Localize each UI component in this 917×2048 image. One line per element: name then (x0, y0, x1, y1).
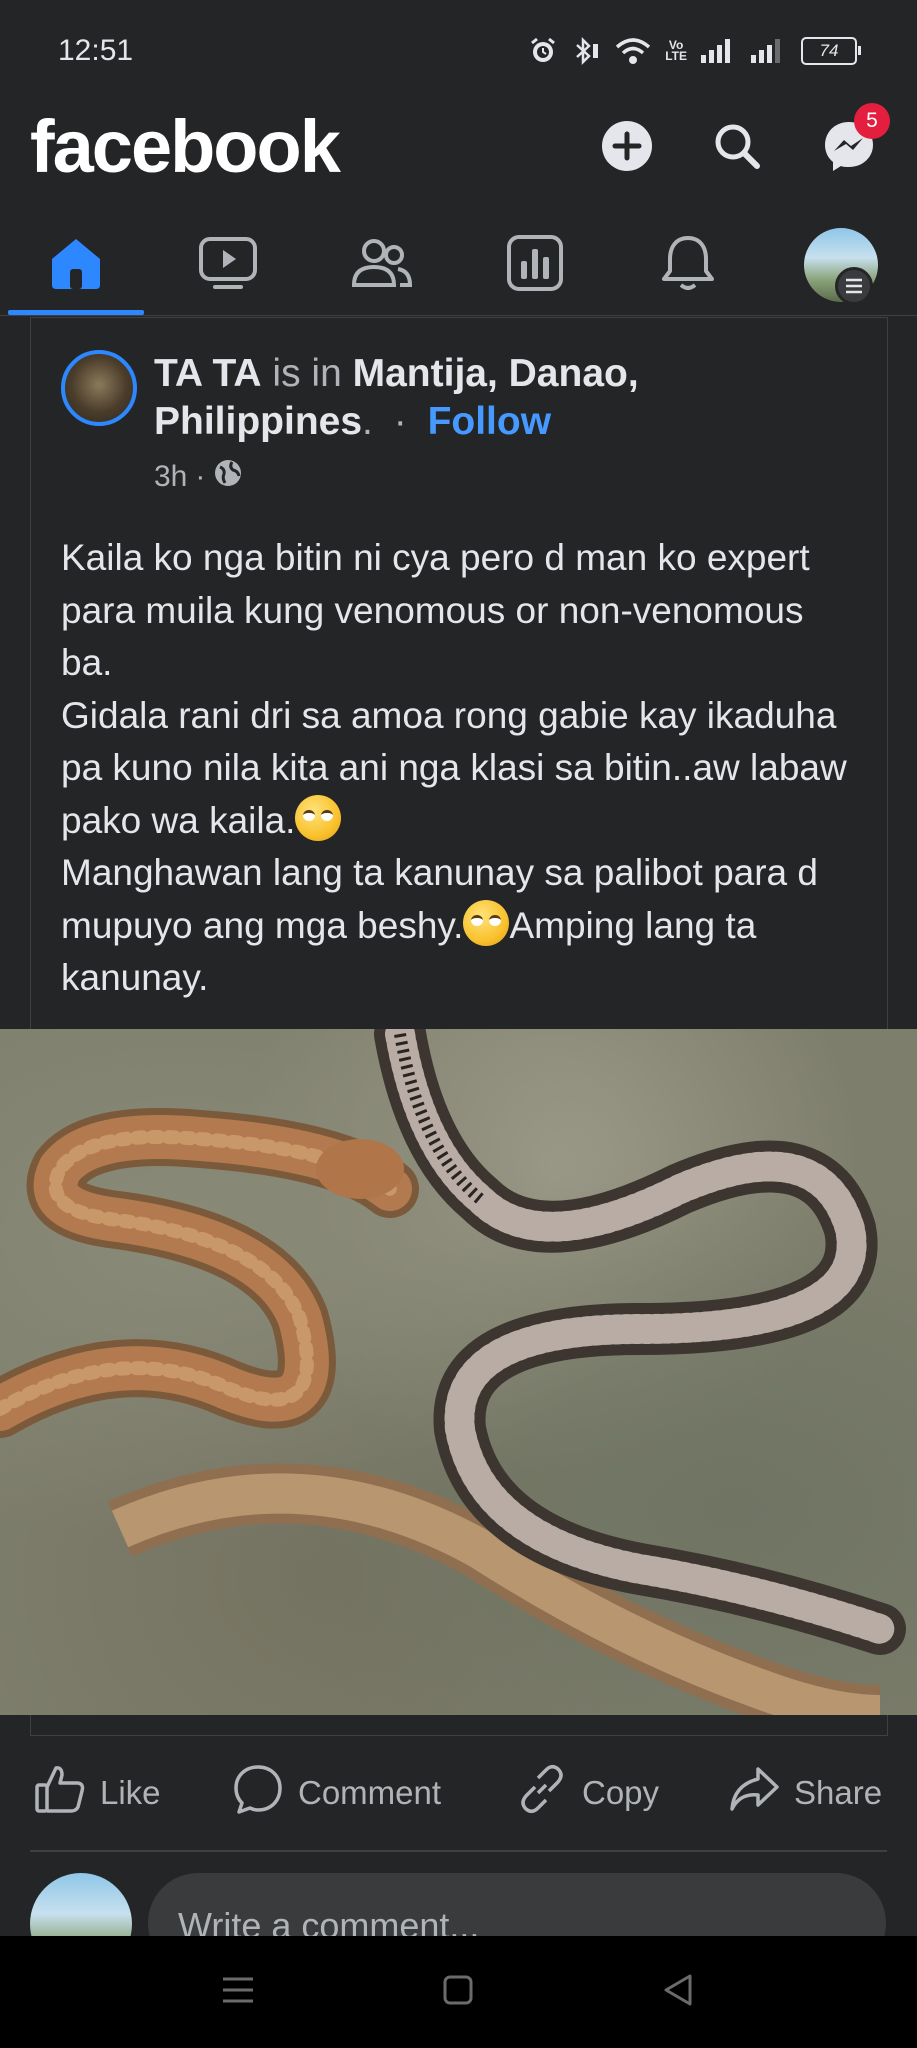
wifi-icon (615, 37, 651, 65)
post-author-avatar[interactable] (61, 350, 137, 426)
create-button[interactable] (596, 117, 658, 179)
copy-button[interactable]: Copy (516, 1748, 659, 1838)
status-icons: Vo LTE 74 (529, 36, 861, 66)
video-icon (197, 233, 259, 298)
post-text: Kaila ko nga bitin ni cya pero d man ko … (61, 532, 861, 1005)
thumbs-up-icon (34, 1763, 86, 1823)
post-header: TA TA is in Mantija, Danao, Philippines.… (154, 350, 834, 446)
messenger-button[interactable]: 5 (818, 103, 890, 179)
snake-photo-illustration (0, 1029, 906, 1715)
status-bar: 12:51 Vo LTE 74 (0, 0, 917, 100)
tab-notifications[interactable] (618, 215, 758, 315)
square-icon (442, 1974, 474, 2011)
bell-icon (659, 233, 717, 298)
post-text-line-2-text: Gidala rani dri sa amoa rong gabie kay i… (61, 694, 847, 841)
signal-icon (701, 39, 737, 63)
comment-button[interactable]: Comment (232, 1748, 441, 1838)
post-text-line-2: Gidala rani dri sa amoa rong gabie kay i… (61, 690, 861, 848)
signal-icon-2 (751, 39, 787, 63)
main-tabs (0, 215, 917, 316)
post-author-name[interactable]: TA TA (154, 352, 262, 395)
copy-label: Copy (582, 1774, 660, 1811)
menu-icon (835, 267, 873, 305)
globe-icon (213, 458, 243, 496)
recent-apps-button[interactable] (218, 1972, 258, 2012)
volte-bottom: LTE (665, 49, 687, 63)
chart-icon (505, 233, 565, 298)
volte-indicator: Vo LTE (665, 39, 687, 63)
like-label: Like (100, 1774, 161, 1811)
comment-icon (232, 1763, 284, 1823)
comment-row: Write a comment... (0, 1870, 917, 1936)
actions-divider (30, 1850, 887, 1852)
back-triangle-icon (662, 1973, 694, 2012)
search-icon (710, 119, 764, 178)
like-button[interactable]: Like (34, 1748, 161, 1838)
facebook-logo[interactable]: facebook (30, 104, 341, 189)
post-actions: Like Comment Copy Share (0, 1748, 917, 1838)
post-separator: · (393, 400, 407, 443)
tab-profile-menu[interactable] (771, 215, 911, 315)
commenter-avatar (30, 1873, 132, 1936)
comment-label: Comment (298, 1774, 442, 1811)
post-meta: 3h · (154, 458, 243, 496)
back-nav-button[interactable] (658, 1972, 698, 2012)
rolling-eyes-emoji-icon (295, 794, 342, 841)
alarm-icon (529, 37, 557, 65)
system-nav-bar (0, 1936, 917, 2048)
battery-indicator: 74 (801, 37, 861, 65)
tab-video[interactable] (158, 215, 298, 315)
share-button[interactable]: Share (728, 1748, 882, 1838)
post-is-in: is in (272, 352, 342, 395)
post-period: . (362, 400, 373, 443)
search-button[interactable] (706, 117, 768, 179)
post-photo[interactable] (0, 1029, 917, 1715)
post-text-line: Kaila ko nga bitin ni cya pero d man ko … (61, 537, 810, 683)
home-nav-button[interactable] (438, 1972, 478, 2012)
post-text-line-3: Manghawan lang ta kanunay sa palibot par… (61, 847, 861, 1005)
tab-home[interactable] (6, 215, 146, 315)
post-card-bottom (30, 1715, 888, 1736)
app-header: facebook 5 (0, 100, 917, 210)
messenger-badge: 5 (854, 103, 890, 139)
comment-input[interactable]: Write a comment... (148, 1873, 886, 1936)
rolling-eyes-emoji-icon-2 (463, 899, 510, 946)
bluetooth-icon (571, 36, 601, 66)
status-time: 12:51 (58, 34, 134, 67)
menu-lines-icon (221, 1975, 255, 2010)
friends-icon (350, 233, 414, 298)
share-label: Share (794, 1774, 883, 1811)
post-time[interactable]: 3h (154, 460, 187, 494)
plus-icon (600, 119, 654, 178)
tab-friends[interactable] (312, 215, 452, 315)
tab-feeds[interactable] (465, 215, 605, 315)
link-icon (516, 1763, 568, 1823)
follow-button[interactable]: Follow (428, 400, 551, 443)
post-meta-separator: · (195, 460, 206, 493)
home-icon (46, 233, 106, 298)
share-icon (728, 1763, 780, 1823)
